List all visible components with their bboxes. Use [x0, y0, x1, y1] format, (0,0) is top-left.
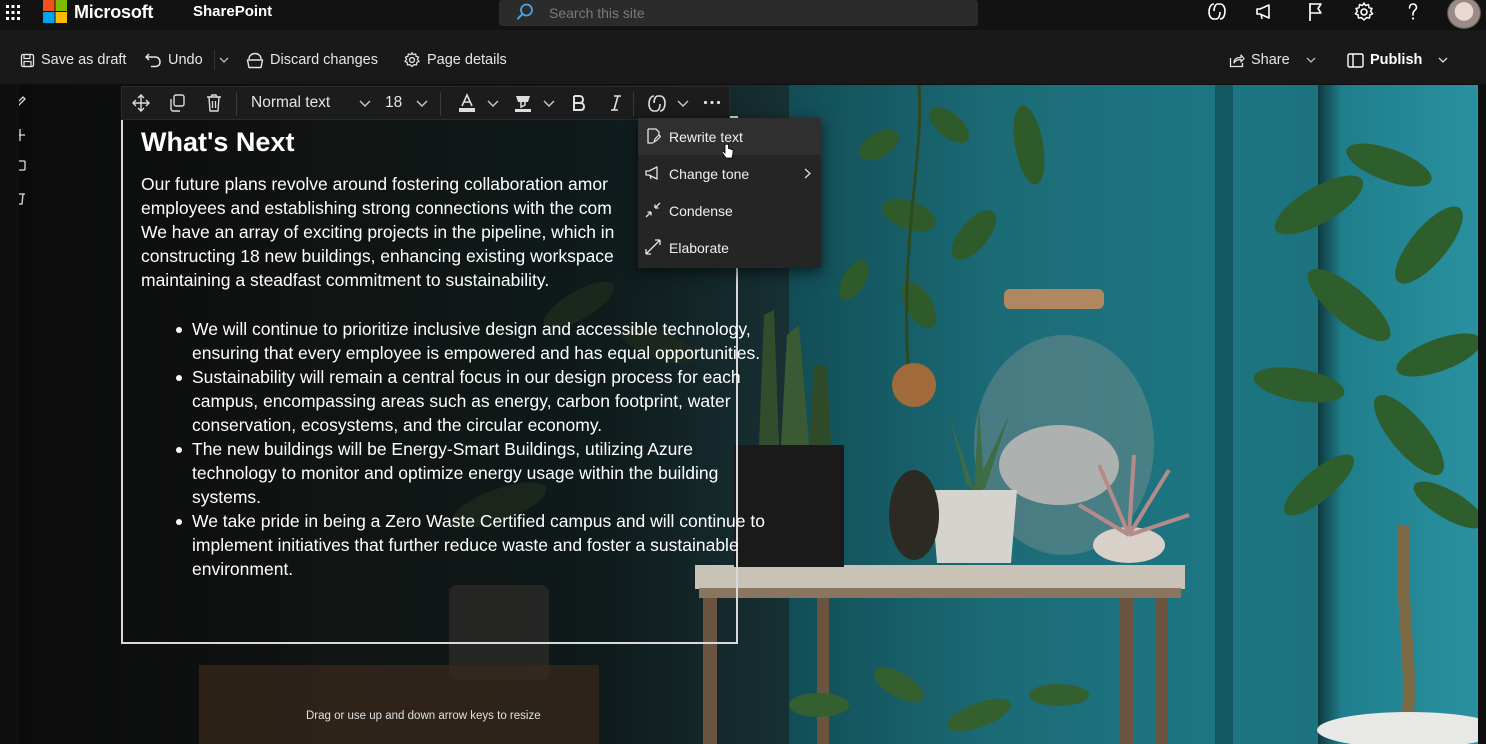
menu-item-label: Condense: [669, 203, 733, 219]
chevron-down-icon[interactable]: [359, 100, 371, 107]
save-icon: [20, 53, 35, 68]
delete-icon[interactable]: [205, 93, 223, 113]
publish-button[interactable]: Publish: [1347, 50, 1448, 70]
font-size-dropdown[interactable]: 18: [385, 94, 402, 112]
menu-item-elaborate[interactable]: Elaborate: [638, 229, 821, 266]
bullet-list[interactable]: We will continue to prioritize inclusive…: [141, 317, 782, 581]
chevron-down-icon[interactable]: [416, 100, 428, 107]
copilot-icon[interactable]: [646, 93, 668, 115]
app-name[interactable]: SharePoint: [193, 3, 272, 21]
undo-label: Undo: [168, 52, 203, 68]
gear-icon: [403, 51, 421, 69]
move-icon[interactable]: [132, 93, 150, 113]
chevron-down-icon: [1306, 57, 1316, 63]
paragraph-line: employees and establishing strong connec…: [141, 198, 612, 218]
comment-icon[interactable]: [19, 160, 26, 174]
chevron-right-icon: [804, 168, 811, 179]
section-heading[interactable]: What's Next: [141, 126, 294, 158]
discard-changes-button[interactable]: Discard changes: [246, 50, 378, 70]
publish-icon: [1347, 52, 1364, 68]
chevron-down-icon[interactable]: [543, 100, 555, 107]
command-bar: Save as draft Undo Discard changes Page …: [0, 30, 1486, 84]
search-input[interactable]: [547, 2, 951, 24]
menu-item-label: Elaborate: [669, 240, 729, 256]
text-style-dropdown[interactable]: Normal text: [251, 94, 330, 112]
menu-item-label: Rewrite text: [669, 129, 743, 145]
webpart-side-rail: [19, 96, 33, 303]
menu-item-change-tone[interactable]: Change tone: [638, 155, 821, 192]
paragraph-line: maintaining a steadfast commitment to su…: [141, 270, 550, 290]
highlight-icon[interactable]: [513, 93, 533, 113]
toolbar-divider: [440, 92, 441, 116]
undo-button[interactable]: Undo: [144, 50, 203, 70]
undo-icon: [144, 52, 162, 68]
toolbar-divider: [633, 92, 634, 116]
undo-dropdown[interactable]: [214, 50, 232, 70]
menu-item-label: Change tone: [669, 166, 750, 182]
page-details-button[interactable]: Page details: [403, 50, 507, 70]
paragraph-line: Our future plans revolve around fosterin…: [141, 174, 608, 194]
formatting-toolbar: Normal text 18: [121, 86, 730, 120]
copilot-icon[interactable]: [1206, 1, 1228, 23]
copilot-rewrite-menu: Rewrite text Change tone Condense Elabor…: [638, 118, 821, 268]
menu-item-condense[interactable]: Condense: [638, 192, 821, 229]
duplicate-icon[interactable]: [168, 93, 186, 113]
bold-icon[interactable]: [571, 93, 587, 113]
search-icon: [515, 2, 535, 22]
share-label: Share: [1251, 52, 1290, 68]
rewrite-icon: [645, 128, 661, 144]
help-icon[interactable]: [1402, 1, 1424, 23]
publish-label: Publish: [1370, 52, 1423, 68]
section-paragraph[interactable]: Our future plans revolve around fosterin…: [141, 172, 638, 294]
page-details-label: Page details: [427, 52, 507, 68]
expand-icon: [645, 239, 661, 255]
discard-changes-label: Discard changes: [270, 52, 378, 68]
resize-hint: Drag or use up and down arrow keys to re…: [306, 710, 541, 722]
toolbar-divider: [236, 92, 237, 116]
save-as-draft-label: Save as draft: [41, 52, 127, 68]
list-item: Sustainability will remain a central foc…: [176, 365, 782, 437]
suite-header: Microsoft SharePoint: [0, 0, 1486, 31]
microsoft-logo-icon: [43, 0, 68, 24]
avatar[interactable]: [1447, 0, 1481, 29]
megaphone-icon: [645, 165, 663, 181]
flag-icon[interactable]: [1305, 1, 1327, 23]
site-search[interactable]: [499, 0, 978, 26]
paragraph-line: We have an array of exciting projects in…: [141, 222, 615, 242]
chevron-down-icon[interactable]: [487, 100, 499, 107]
paragraph-line: constructing 18 new buildings, enhancing…: [141, 246, 614, 266]
chevron-down-icon[interactable]: [677, 100, 689, 107]
list-item: We take pride in being a Zero Waste Cert…: [176, 509, 782, 581]
list-item: We will continue to prioritize inclusive…: [176, 317, 782, 365]
save-as-draft-button[interactable]: Save as draft: [20, 50, 126, 70]
font-color-icon[interactable]: [457, 93, 477, 113]
share-button[interactable]: Share: [1229, 50, 1316, 70]
brand-name[interactable]: Microsoft: [74, 1, 153, 23]
move-icon[interactable]: [19, 128, 26, 142]
collapse-icon: [645, 202, 661, 218]
edit-icon[interactable]: [19, 95, 26, 109]
hand-cursor-icon: [722, 144, 734, 160]
gear-icon[interactable]: [1353, 1, 1375, 23]
megaphone-icon[interactable]: [1254, 1, 1276, 23]
chevron-down-icon: [1438, 57, 1448, 63]
share-icon: [1229, 53, 1245, 68]
more-options-icon[interactable]: [703, 100, 721, 105]
delete-icon[interactable]: [19, 191, 26, 205]
chevron-down-icon: [219, 57, 229, 63]
italic-icon[interactable]: [609, 93, 623, 113]
list-item: The new buildings will be Energy-Smart B…: [176, 437, 782, 509]
discard-icon: [246, 52, 264, 69]
app-launcher-icon[interactable]: [3, 3, 23, 23]
